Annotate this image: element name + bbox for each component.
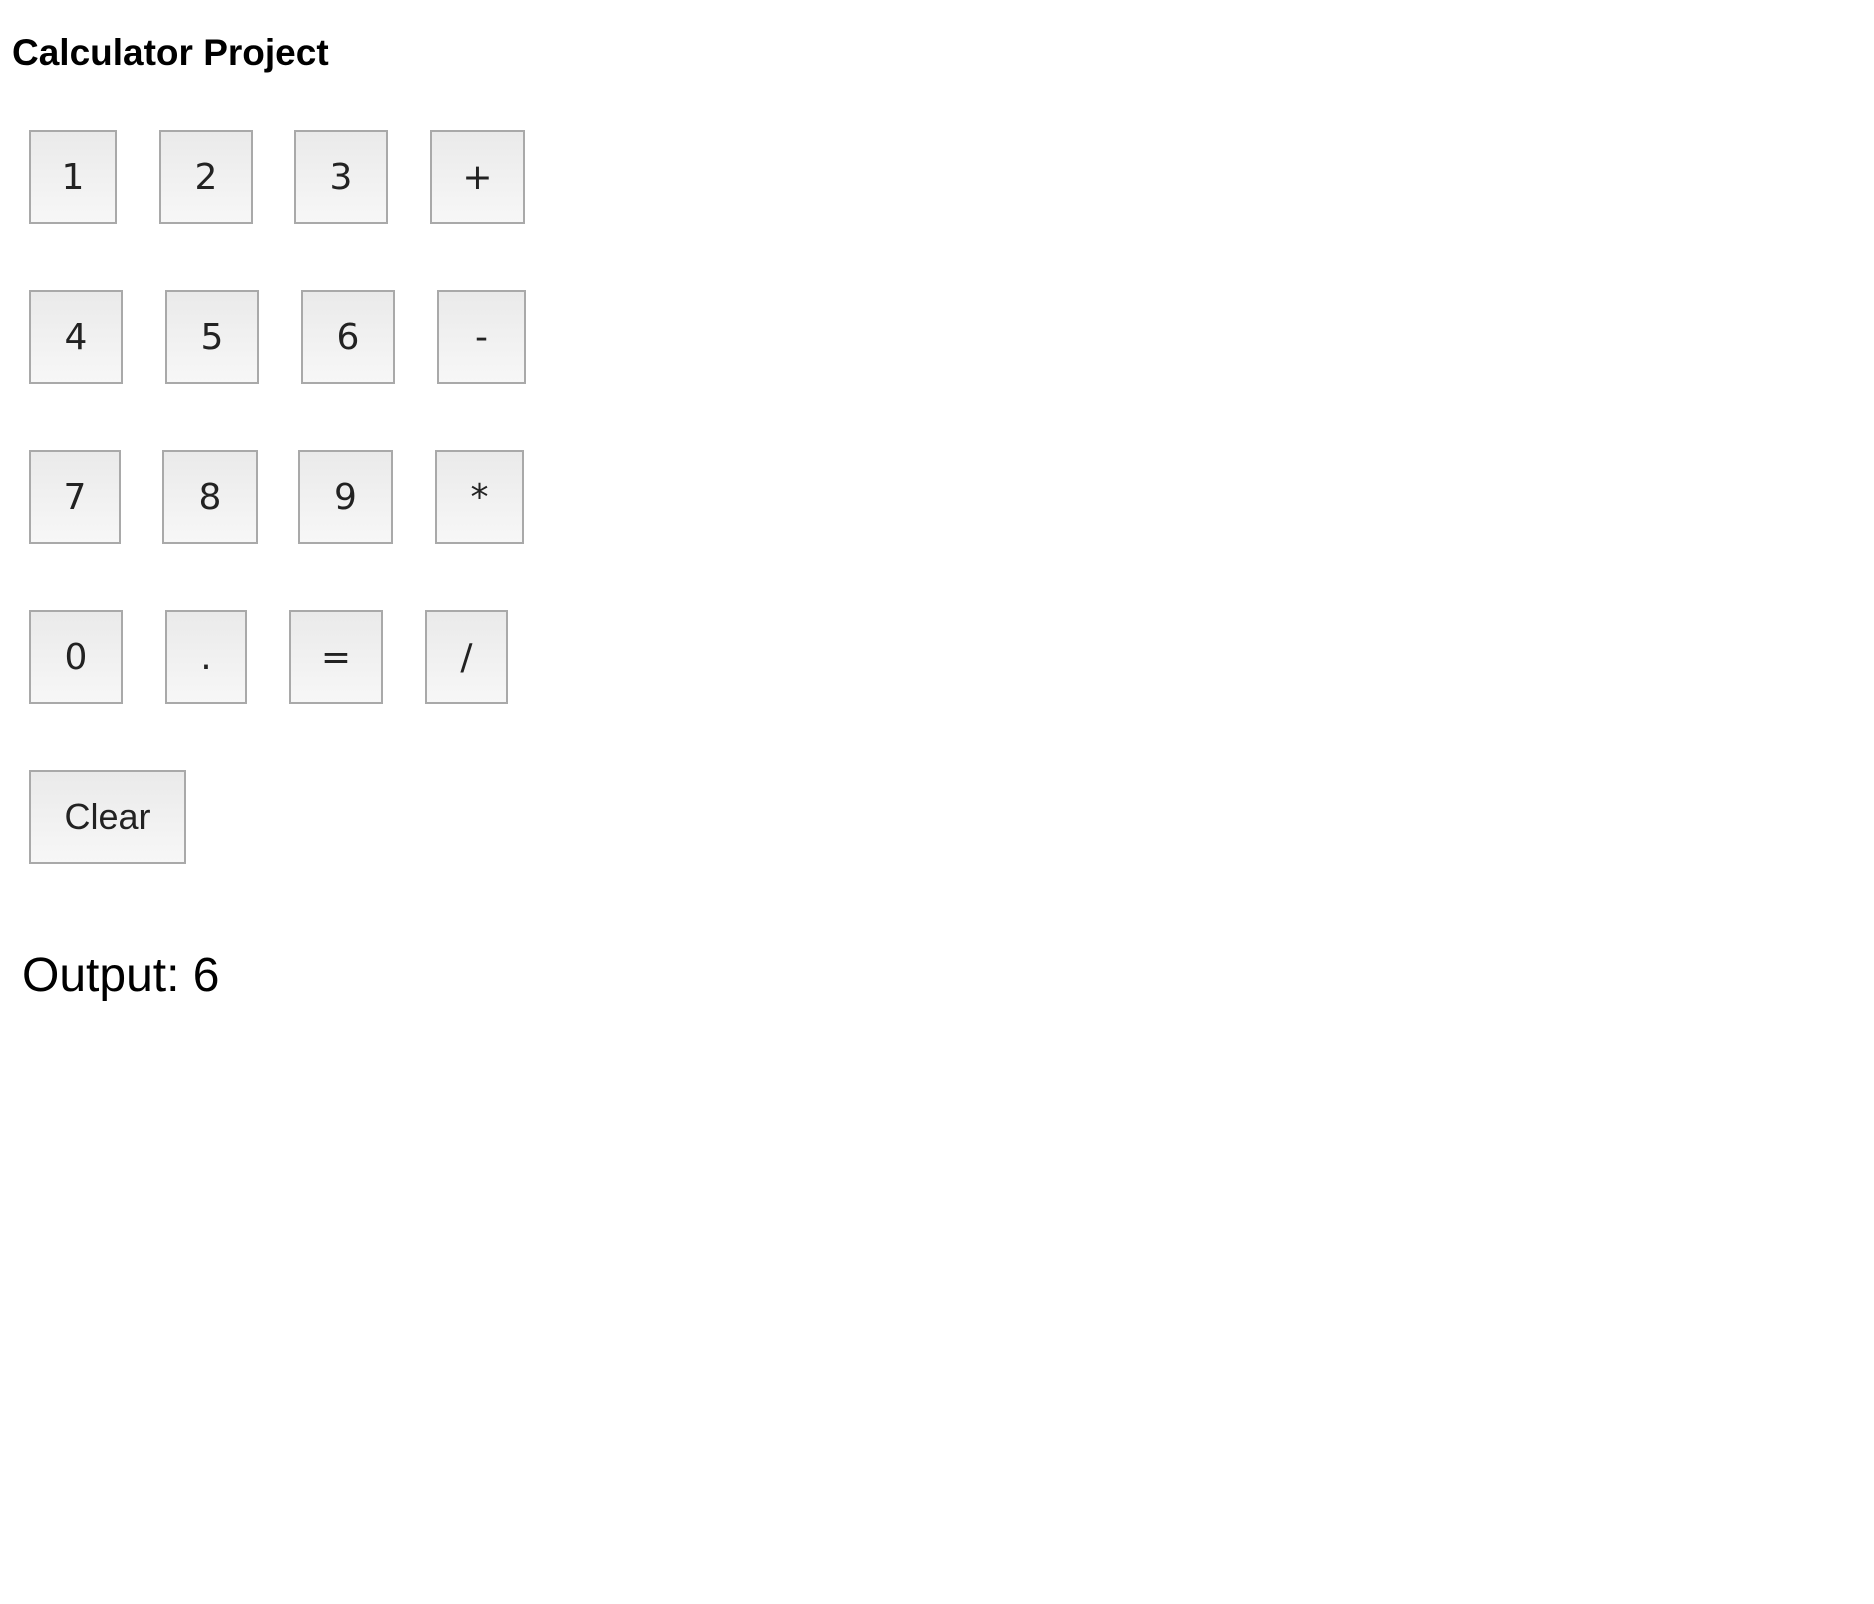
key-9-button[interactable]: 9 [298, 450, 393, 544]
key-plus-button[interactable]: + [430, 130, 525, 224]
key-decimal-button[interactable]: . [165, 610, 247, 704]
key-equals-button[interactable]: = [289, 610, 383, 704]
key-minus-button[interactable]: - [437, 290, 526, 384]
key-4-button[interactable]: 4 [29, 290, 123, 384]
key-divide-button[interactable]: / [425, 610, 508, 704]
output-display: Output: 6 [22, 946, 219, 1006]
key-0-button[interactable]: 0 [29, 610, 123, 704]
key-multiply-button[interactable]: * [435, 450, 524, 544]
key-3-button[interactable]: 3 [294, 130, 388, 224]
key-7-button[interactable]: 7 [29, 450, 121, 544]
clear-button[interactable]: Clear [29, 770, 186, 864]
output-value: 6 [192, 949, 220, 1002]
key-8-button[interactable]: 8 [162, 450, 258, 544]
key-5-button[interactable]: 5 [165, 290, 259, 384]
page-title: Calculator Project [12, 32, 329, 73]
key-2-button[interactable]: 2 [159, 130, 253, 224]
key-1-button[interactable]: 1 [29, 130, 117, 224]
key-6-button[interactable]: 6 [301, 290, 395, 384]
output-label: Output: [22, 949, 180, 1002]
